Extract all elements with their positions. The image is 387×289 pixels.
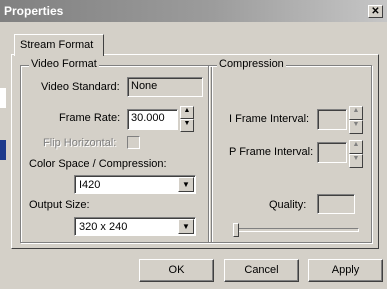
tab-label: Stream Format — [20, 39, 94, 51]
close-button[interactable]: ✕ — [368, 5, 383, 18]
output-size-select[interactable]: 320 x 240 ▼ — [74, 217, 196, 236]
tab-panel: Video Format Video Standard: None Frame … — [11, 54, 379, 249]
p-frame-interval-spinner[interactable]: ▲ ▼ — [349, 140, 363, 168]
video-format-group-label: Video Format — [29, 58, 99, 70]
chevron-down-icon[interactable]: ▼ — [178, 177, 194, 192]
output-size-label: Output Size: — [29, 199, 90, 211]
quality-slider-thumb[interactable] — [233, 223, 239, 237]
frame-rate-input[interactable]: 30.000 — [127, 109, 178, 130]
video-format-group: Video Format Video Standard: None Frame … — [20, 58, 212, 243]
background-window-strip — [0, 88, 6, 108]
video-standard-label: Video Standard: — [41, 81, 120, 93]
cancel-button[interactable]: Cancel — [224, 259, 299, 282]
apply-button[interactable]: Apply — [308, 259, 383, 282]
color-space-value: I420 — [79, 179, 101, 191]
spin-down-icon[interactable]: ▼ — [349, 120, 363, 134]
i-frame-interval-label: I Frame Interval: — [229, 113, 310, 125]
quality-label: Quality: — [269, 199, 307, 211]
spin-up-icon[interactable]: ▲ — [180, 106, 194, 119]
compression-group: Compression I Frame Interval: ▲ ▼ P Fram… — [208, 58, 372, 243]
title-bar[interactable]: Properties ✕ — [0, 0, 387, 22]
i-frame-interval-spinner[interactable]: ▲ ▼ — [349, 106, 363, 134]
spin-up-icon[interactable]: ▲ — [349, 140, 363, 154]
close-icon: ✕ — [371, 6, 380, 17]
ok-button[interactable]: OK — [139, 259, 214, 282]
output-size-value: 320 x 240 — [79, 221, 128, 233]
i-frame-interval-input[interactable] — [317, 109, 347, 130]
frame-rate-spinner[interactable]: ▲ ▼ — [180, 106, 194, 132]
tab-stream-format[interactable]: Stream Format — [14, 34, 104, 56]
window-title: Properties — [4, 4, 64, 18]
quality-slider-track[interactable] — [233, 228, 359, 232]
color-space-label: Color Space / Compression: — [29, 158, 167, 170]
spin-down-icon[interactable]: ▼ — [349, 154, 363, 168]
p-frame-interval-label: P Frame Interval: — [229, 146, 314, 158]
flip-horizontal-label: Flip Horizontal: — [43, 137, 117, 149]
frame-rate-label: Frame Rate: — [59, 112, 121, 124]
compression-group-label: Compression — [217, 58, 286, 70]
chevron-down-icon[interactable]: ▼ — [178, 219, 194, 234]
spin-up-icon[interactable]: ▲ — [349, 106, 363, 120]
video-standard-value: None — [127, 77, 203, 97]
quality-input[interactable] — [317, 194, 355, 214]
color-space-select[interactable]: I420 ▼ — [74, 175, 196, 194]
properties-dialog: Properties ✕ Stream Format Video Format … — [0, 0, 387, 289]
p-frame-interval-input[interactable] — [317, 142, 347, 163]
spin-down-icon[interactable]: ▼ — [180, 119, 194, 132]
background-window-strip — [0, 140, 6, 160]
flip-horizontal-checkbox[interactable] — [127, 136, 140, 149]
